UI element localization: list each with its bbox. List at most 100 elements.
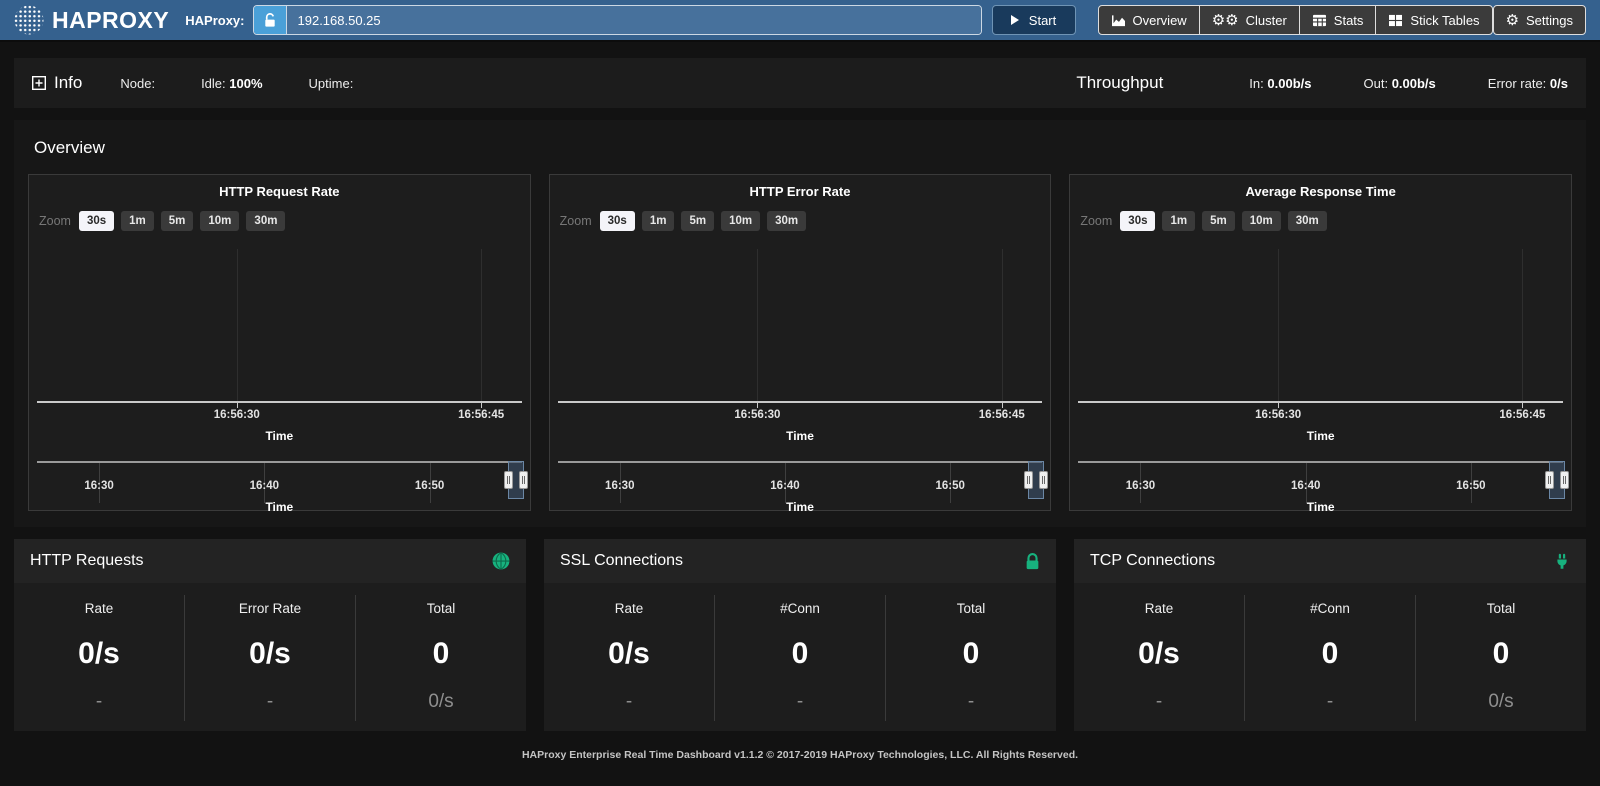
navigator-axis-line [37, 461, 522, 463]
zoom-1m-button[interactable]: 1m [1162, 211, 1195, 231]
stat-sub-value: - [886, 691, 1056, 713]
navigator-right-handle[interactable] [1560, 471, 1569, 489]
start-button[interactable]: Start [992, 5, 1076, 35]
stat-value: 0/s [1074, 637, 1244, 671]
stat-label: #Conn [715, 601, 885, 616]
ssl-connections-card: SSL Connections Rate 0/s - #Conn 0 - Tot… [544, 539, 1056, 731]
zoom-1m-button[interactable]: 1m [642, 211, 675, 231]
footer-copyright: HAProxy Enterprise Real Time Dashboard v… [0, 749, 1600, 761]
navigator-left-handle[interactable] [1024, 471, 1033, 489]
stat-value: 0 [1245, 637, 1415, 671]
zoom-controls: Zoom 30s 1m 5m 10m 30m [1080, 211, 1333, 231]
zoom-1m-button[interactable]: 1m [121, 211, 154, 231]
view-button-group: Overview ⚙⚙ Cluster Stats Stick Tables [1098, 5, 1493, 35]
zoom-label: Zoom [560, 214, 592, 228]
overview-nav-button[interactable]: Overview [1098, 5, 1200, 35]
top-navbar: HAPROXY HAProxy: Start Overview ⚙⚙ Clust… [0, 0, 1600, 42]
idle-value: 100% [229, 76, 262, 91]
stat-value: 0/s [185, 637, 355, 671]
zoom-10m-button[interactable]: 10m [200, 211, 239, 231]
navigator-tick-label: 16:40 [250, 480, 279, 492]
stats-nav-button[interactable]: Stats [1299, 5, 1377, 35]
x-tick-label: 16:56:45 [1499, 409, 1545, 421]
navigator-axis-line [558, 461, 1043, 463]
card-title: HTTP Requests [30, 552, 144, 570]
stat-sub-value: - [1074, 691, 1244, 713]
x-axis-title: Time [1078, 429, 1563, 443]
cluster-nav-button[interactable]: ⚙⚙ Cluster [1199, 5, 1300, 35]
plug-icon [1554, 553, 1570, 570]
x-axis-title: Time [37, 429, 522, 443]
zoom-controls: Zoom 30s 1m 5m 10m 30m [39, 211, 292, 231]
gears-icon: ⚙⚙ [1212, 13, 1239, 28]
zoom-30s-button[interactable]: 30s [79, 211, 114, 231]
plus-square-icon [32, 76, 46, 90]
stat-value: 0 [1416, 637, 1586, 671]
stat-value: 0/s [14, 637, 184, 671]
charts-row: HTTP Request Rate Zoom 30s 1m 5m 10m 30m… [22, 174, 1578, 511]
x-tick-label: 16:56:30 [214, 409, 260, 421]
stat-label: #Conn [1245, 601, 1415, 616]
zoom-30m-button[interactable]: 30m [1288, 211, 1327, 231]
stat-label: Rate [14, 601, 184, 616]
info-expand-toggle[interactable]: Info [32, 73, 82, 93]
stat-value: 0 [715, 637, 885, 671]
error-rate-stat: Error rate: 0/s [1488, 76, 1568, 91]
card-body: Rate 0/s - #Conn 0 - Total 0 - [544, 583, 1056, 731]
unlock-icon-button[interactable] [254, 6, 287, 34]
unlock-icon [263, 13, 277, 28]
axis-tick [757, 403, 758, 408]
card-header: TCP Connections [1074, 539, 1586, 583]
cluster-nav-label: Cluster [1246, 13, 1287, 28]
navigator-tick-label: 16:30 [1126, 480, 1155, 492]
zoom-controls: Zoom 30s 1m 5m 10m 30m [560, 211, 813, 231]
stat-sub-value: - [544, 691, 714, 713]
stat-value: 0/s [544, 637, 714, 671]
navigator-right-handle[interactable] [1039, 471, 1048, 489]
stat-sub-value: - [715, 691, 885, 713]
chart-panel-average-response-time: Average Response Time Zoom 30s 1m 5m 10m… [1069, 174, 1572, 511]
gear-icon: ⚙ [1506, 13, 1519, 28]
settings-button[interactable]: ⚙ Settings [1493, 5, 1586, 35]
navigator-tick-label: 16:50 [1456, 480, 1485, 492]
zoom-30s-button[interactable]: 30s [1120, 211, 1155, 231]
zoom-5m-button[interactable]: 5m [681, 211, 714, 231]
navigator-left-handle[interactable] [1545, 471, 1554, 489]
card-header: HTTP Requests [14, 539, 526, 583]
zoom-30s-button[interactable]: 30s [600, 211, 635, 231]
zoom-5m-button[interactable]: 5m [1202, 211, 1235, 231]
navigator-left-handle[interactable] [504, 471, 513, 489]
haproxy-address-input[interactable] [287, 6, 981, 34]
throughput-in-value: 0.00b/s [1267, 76, 1311, 91]
stat-total: Total 0 - [886, 595, 1056, 721]
axis-tick [1002, 403, 1003, 408]
stat-sub-value: - [14, 691, 184, 713]
chart-title: HTTP Request Rate [29, 184, 530, 199]
chart-title: Average Response Time [1070, 184, 1571, 199]
card-body: Rate 0/s - #Conn 0 - Total 0 0/s [1074, 583, 1586, 731]
zoom-30m-button[interactable]: 30m [767, 211, 806, 231]
stick-tables-nav-button[interactable]: Stick Tables [1375, 5, 1492, 35]
start-button-label: Start [1029, 13, 1056, 28]
table-icon [1312, 14, 1327, 27]
zoom-10m-button[interactable]: 10m [721, 211, 760, 231]
stat-label: Total [356, 601, 526, 616]
x-tick-label: 16:56:30 [734, 409, 780, 421]
x-axis-title: Time [558, 429, 1043, 443]
navigator-right-handle[interactable] [519, 471, 528, 489]
stat-label: Total [1416, 601, 1586, 616]
haproxy-logo: HAPROXY [14, 5, 169, 35]
stat-rate: Rate 0/s - [544, 595, 715, 721]
zoom-5m-button[interactable]: 5m [161, 211, 194, 231]
chart-panel-http-request-rate: HTTP Request Rate Zoom 30s 1m 5m 10m 30m… [28, 174, 531, 511]
zoom-30m-button[interactable]: 30m [246, 211, 285, 231]
card-header: SSL Connections [544, 539, 1056, 583]
stat-label: Total [886, 601, 1056, 616]
zoom-label: Zoom [39, 214, 71, 228]
gridline [757, 249, 758, 401]
zoom-10m-button[interactable]: 10m [1242, 211, 1281, 231]
stat-label: Rate [1074, 601, 1244, 616]
lock-icon [1025, 553, 1040, 570]
stat-sub-value: 0/s [356, 691, 526, 713]
stat-error-rate: Error Rate 0/s - [185, 595, 356, 721]
